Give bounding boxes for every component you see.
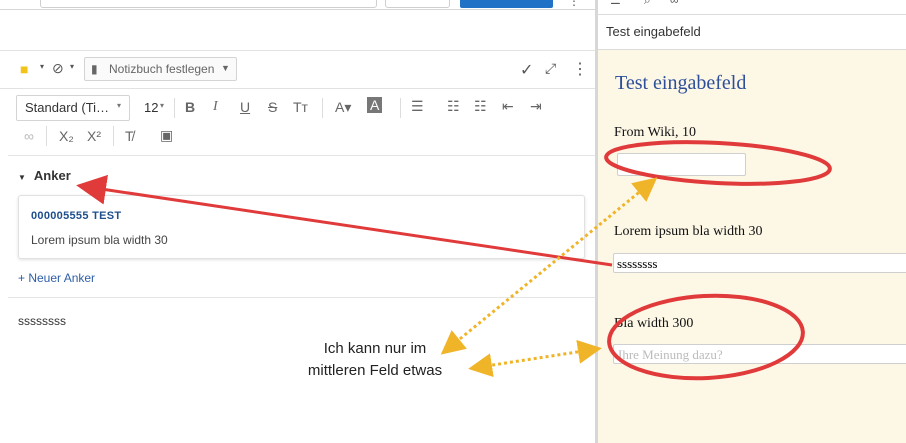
- highlight-ellipse: [607, 293, 805, 381]
- arrow-red: [76, 174, 613, 267]
- highlight-ellipse: [604, 140, 832, 186]
- arrow-dotted-yellow: [468, 339, 602, 378]
- annotation-overlay: [76, 140, 832, 381]
